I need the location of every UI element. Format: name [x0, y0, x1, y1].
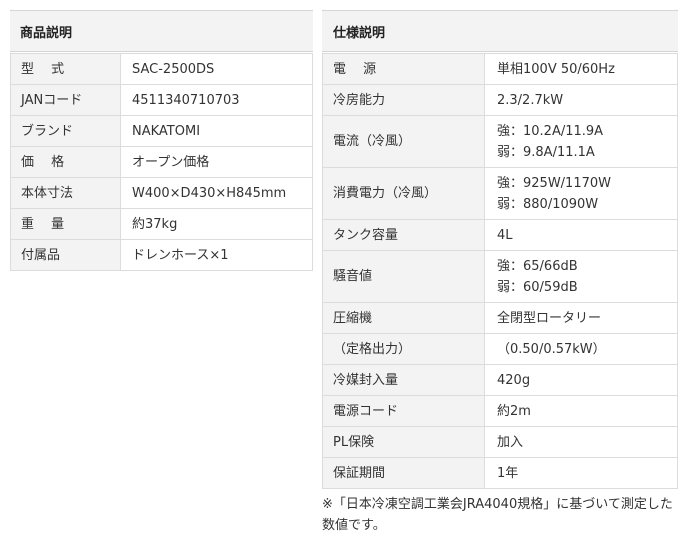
row-value-line: 弱：9.8A/11.1A — [497, 144, 595, 160]
row-label: ブランド — [10, 115, 121, 147]
row-label: 電流（冷風） — [322, 115, 485, 168]
specification-panel: 仕様説明 電 源単相100V 50/60Hz 冷房能力 2.3/2.7kW 電流（冷風… — [322, 10, 678, 489]
table-row: ブランド NAKATOMI — [10, 115, 313, 147]
row-value: W400×D430×H845mm — [120, 177, 313, 209]
specification-table: 電 源単相100V 50/60Hz 冷房能力 2.3/2.7kW 電流（冷風） 強：10… — [322, 53, 678, 489]
table-row: 電流（冷風） 強：10.2A/11.9A 弱：9.8A/11.1A — [322, 115, 678, 168]
row-value: 強：925W/1170W 弱：880/1090W — [484, 167, 678, 220]
table-row: 電 源単相100V 50/60Hz — [322, 53, 678, 85]
row-label: 消費電力（冷風） — [322, 167, 485, 220]
row-label: 電 源 — [322, 53, 485, 85]
table-row: 騒音値 強：65/66dB 弱：60/59dB — [322, 250, 678, 303]
row-value-line: 単相100V 50/60Hz — [497, 61, 615, 77]
row-label: 冷房能力 — [322, 84, 485, 116]
table-row: 冷房能力 2.3/2.7kW — [322, 84, 678, 116]
row-value: オープン価格 — [120, 146, 313, 178]
row-label: 重 量 — [10, 208, 121, 240]
specification-heading: 仕様説明 — [322, 10, 678, 52]
row-value: NAKATOMI — [120, 115, 313, 147]
table-row: 重 量約37kg — [10, 208, 313, 240]
row-value-line: （0.50/0.57kW） — [497, 341, 606, 357]
row-value: 強：65/66dB 弱：60/59dB — [484, 250, 678, 303]
table-row: 冷媒封入量 420g — [322, 364, 678, 396]
row-label: JANコード — [10, 84, 121, 116]
row-label: PL保険 — [322, 426, 485, 458]
row-label: 価 格 — [10, 146, 121, 178]
table-row: 保証期間 1年 — [322, 457, 678, 489]
table-row: 付属品 ドレンホース×1 — [10, 239, 313, 271]
row-value-line: 強：65/66dB — [497, 258, 578, 274]
table-row: 型 式 SAC-2500DS — [10, 53, 313, 85]
table-row: 本体寸法 W400×D430×H845mm — [10, 177, 313, 209]
row-value-line: 弱：880/1090W — [497, 196, 599, 212]
table-row: 消費電力（冷風） 強：925W/1170W 弱：880/1090W — [322, 167, 678, 220]
table-row: 圧縮機 全閉型ロータリー — [322, 302, 678, 334]
table-row: （定格出力） （0.50/0.57kW） — [322, 333, 678, 365]
row-value: 強：10.2A/11.9A 弱：9.8A/11.1A — [484, 115, 678, 168]
measurement-footnote: ※「日本冷凍空調工業会JRA4040規格」に基づいて測定した数値です。 — [322, 497, 673, 533]
table-row: PL保険 加入 — [322, 426, 678, 458]
product-description-table: 型 式 SAC-2500DS JANコード 4511340710703 ブランド NAKA… — [10, 53, 313, 271]
row-value: 加入 — [484, 426, 678, 458]
row-value: ドレンホース×1 — [120, 239, 313, 271]
row-value: 4L — [484, 219, 678, 251]
table-row: 電源コード 約2m — [322, 395, 678, 427]
row-value-line: 加入 — [497, 434, 524, 450]
row-label: 電源コード — [322, 395, 485, 427]
row-value: 4511340710703 — [120, 84, 313, 116]
row-value-line: 1年 — [497, 465, 519, 481]
row-value: 約37kg — [120, 208, 313, 240]
row-label: 本体寸法 — [10, 177, 121, 209]
row-value: 全閉型ロータリー — [484, 302, 678, 334]
row-label: 保証期間 — [322, 457, 485, 489]
row-value: 約2m — [484, 395, 678, 427]
row-label: 圧縮機 — [322, 302, 485, 334]
row-label: 付属品 — [10, 239, 121, 271]
row-value: （0.50/0.57kW） — [484, 333, 678, 365]
row-value: 2.3/2.7kW — [484, 84, 678, 116]
row-value-line: 2.3/2.7kW — [497, 92, 564, 108]
table-row: 価 格オープン価格 — [10, 146, 313, 178]
table-row: タンク容量 4L — [322, 219, 678, 251]
row-value-line: 弱：60/59dB — [497, 279, 578, 295]
table-row: JANコード 4511340710703 — [10, 84, 313, 116]
row-value: 1年 — [484, 457, 678, 489]
row-value: SAC-2500DS — [120, 53, 313, 85]
row-value-line: 4L — [497, 227, 513, 243]
row-label: タンク容量 — [322, 219, 485, 251]
row-value: 420g — [484, 364, 678, 396]
product-description-heading: 商品説明 — [10, 10, 313, 52]
row-value-line: 約2m — [497, 403, 531, 419]
row-label: 騒音値 — [322, 250, 485, 303]
row-value-line: 強：925W/1170W — [497, 175, 611, 191]
product-description-panel: 商品説明 型 式 SAC-2500DS JANコード 4511340710703 ブラン… — [10, 10, 313, 271]
row-label: 型 式 — [10, 53, 121, 85]
row-value-line: 420g — [497, 372, 531, 388]
row-value-line: 強：10.2A/11.9A — [497, 123, 604, 139]
row-value: 単相100V 50/60Hz — [484, 53, 678, 85]
row-value-line: 全閉型ロータリー — [497, 310, 602, 326]
row-label: 冷媒封入量 — [322, 364, 485, 396]
row-label: （定格出力） — [322, 333, 485, 365]
